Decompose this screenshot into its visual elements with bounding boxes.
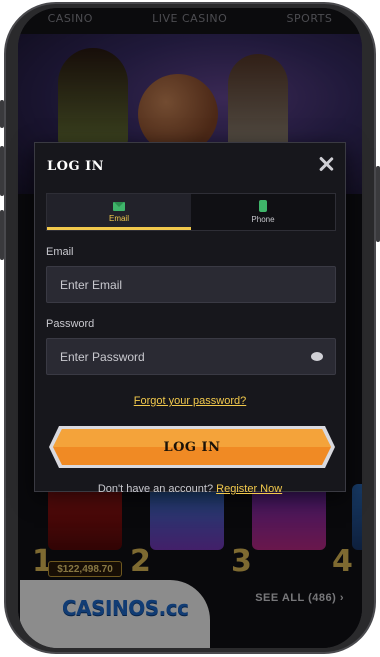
password-field[interactable] [47, 339, 335, 374]
email-label: Email [46, 246, 74, 258]
volume-down-button [0, 210, 4, 260]
forgot-password-row: Forgot your password? [35, 391, 345, 409]
password-label: Password [46, 318, 95, 330]
register-link[interactable]: Register Now [216, 483, 282, 495]
tab-phone-label: Phone [251, 215, 275, 224]
forgot-password-link[interactable]: Forgot your password? [134, 395, 247, 407]
envelope-icon [113, 201, 125, 211]
close-icon[interactable] [317, 155, 335, 173]
login-method-tabs: Email Phone [46, 193, 336, 231]
eye-icon[interactable] [311, 352, 323, 361]
login-button[interactable]: LOG IN [49, 426, 335, 468]
email-field[interactable] [47, 267, 335, 302]
email-field-wrapper [46, 266, 336, 303]
tab-phone[interactable]: Phone [191, 194, 335, 230]
register-prompt: Don't have an account? [97, 483, 214, 495]
modal-title: LOG IN [47, 159, 105, 174]
tab-email[interactable]: Email [47, 194, 191, 230]
register-row: Don't have an account? Register Now [35, 483, 345, 495]
login-button-label: LOG IN [163, 439, 221, 455]
tab-email-label: Email [108, 213, 129, 223]
login-modal: LOG IN Email Phone Email Password Forgot… [34, 142, 346, 495]
mute-switch [0, 100, 4, 128]
volume-up-button [0, 146, 4, 196]
power-button [376, 166, 380, 242]
password-field-wrapper [46, 338, 336, 375]
phone-icon [259, 200, 267, 212]
